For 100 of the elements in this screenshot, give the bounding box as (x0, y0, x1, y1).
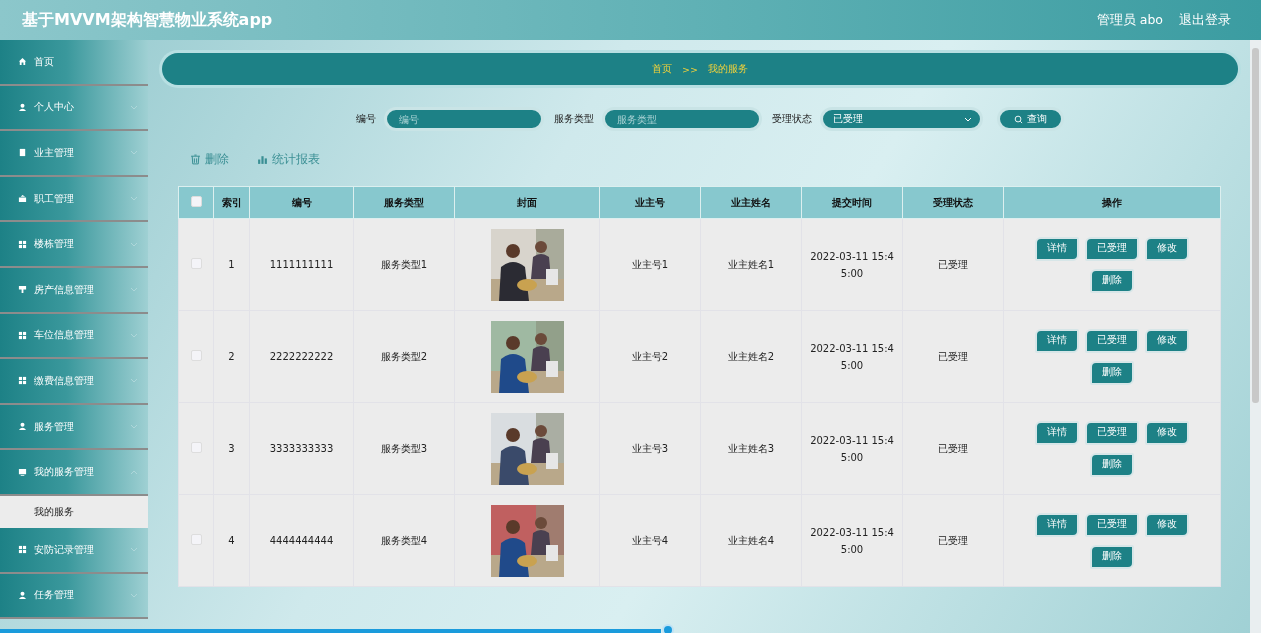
select-all-checkbox[interactable] (190, 196, 202, 207)
column-header: 服务类型 (353, 186, 455, 219)
search-field[interactable]: 编号 (384, 107, 544, 131)
action-button[interactable]: 修改 (1145, 420, 1189, 445)
signpost-icon (18, 285, 27, 295)
user-icon (18, 422, 27, 432)
chevron-down-icon (130, 150, 138, 156)
table-cell: 业主号3 (599, 402, 701, 495)
bar-chart-icon (257, 154, 268, 165)
status-select[interactable]: 已受理 (820, 107, 983, 131)
chevron-down-icon (130, 287, 138, 293)
table-cell: 服务类型4 (353, 494, 455, 587)
delete-button[interactable]: 删除 (190, 151, 229, 168)
sidebar-item[interactable]: 职工管理 (0, 176, 148, 223)
action-button[interactable]: 已受理 (1085, 236, 1139, 261)
table-cell: 业主姓名2 (700, 310, 802, 403)
scroll-handle[interactable] (662, 624, 674, 633)
sidebar-item[interactable]: 首页 (0, 40, 148, 86)
action-button[interactable]: 详情 (1035, 236, 1079, 261)
breadcrumb-home[interactable]: 首页 (652, 62, 673, 76)
column-header: 业主号 (599, 186, 701, 219)
table-cell: 业主姓名3 (700, 402, 802, 495)
breadcrumb-separator: >> (682, 63, 698, 75)
table-cell: 2022-03-11 15:45:00 (801, 310, 903, 403)
action-button[interactable]: 修改 (1145, 512, 1189, 537)
table-cell: 已受理 (902, 402, 1004, 495)
column-header: 编号 (249, 186, 354, 219)
action-button[interactable]: 已受理 (1085, 512, 1139, 537)
sidebar-item[interactable]: 我的服务管理 (0, 450, 148, 496)
table-cell: 4 (213, 494, 250, 587)
sidebar-item[interactable]: 服务管理 (0, 404, 148, 451)
sidebar-item[interactable]: 个人中心 (0, 85, 148, 132)
action-button[interactable]: 删除 (1090, 360, 1134, 385)
monitor-icon (18, 467, 27, 477)
sidebar-item[interactable]: 楼栋管理 (0, 222, 148, 268)
action-button[interactable]: 删除 (1090, 268, 1134, 293)
home-icon (18, 57, 27, 67)
column-header: 索引 (213, 186, 250, 219)
horizontal-scrollbar[interactable] (0, 629, 661, 633)
trash-icon (190, 154, 201, 165)
chevron-down-icon (130, 547, 138, 553)
sidebar-item[interactable]: 缴费信息管理 (0, 359, 148, 405)
action-button[interactable]: 详情 (1035, 512, 1079, 537)
report-button[interactable]: 统计报表 (257, 151, 320, 168)
table-cell: 2 (213, 310, 250, 403)
chevron-down-icon (130, 104, 138, 110)
row-checkbox[interactable] (190, 534, 202, 545)
column-header: 封面 (454, 186, 600, 219)
action-button[interactable]: 已受理 (1085, 328, 1139, 353)
clipboard-icon (18, 148, 27, 158)
user-name: 管理员 abo (1096, 11, 1163, 29)
table-cell: 3333333333 (249, 402, 354, 495)
column-header: 业主姓名 (700, 186, 802, 219)
sidebar-item[interactable]: 业主管理 (0, 131, 148, 177)
sidebar-item[interactable]: 车位信息管理 (0, 313, 148, 360)
action-button[interactable]: 删除 (1090, 452, 1134, 477)
table-cell: 1111111111 (249, 218, 354, 311)
scrollbar[interactable] (1250, 40, 1261, 633)
grid-icon (18, 330, 27, 340)
sidebar-item[interactable]: 房产信息管理 (0, 267, 148, 314)
wallet-icon (18, 194, 27, 204)
table-cell: 已受理 (902, 218, 1004, 311)
table-cell: 2022-03-11 15:45:00 (801, 494, 903, 587)
action-button[interactable]: 修改 (1145, 328, 1189, 353)
table-cell: 已受理 (902, 494, 1004, 587)
chevron-down-icon (130, 241, 138, 247)
app-title: 基于MVVM架构智慧物业系统app (22, 9, 273, 31)
sidebar-subitem[interactable]: 我的服务 (0, 495, 148, 528)
search-button[interactable]: 查询 (997, 107, 1064, 131)
user-icon (18, 102, 27, 112)
action-button[interactable]: 删除 (1090, 544, 1134, 569)
table-cell: 2022-03-11 15:45:00 (801, 402, 903, 495)
search-field[interactable]: 服务类型 (602, 107, 762, 131)
action-button[interactable]: 修改 (1145, 236, 1189, 261)
action-button[interactable]: 详情 (1035, 420, 1079, 445)
table-cell: 服务类型2 (353, 310, 455, 403)
row-checkbox[interactable] (190, 442, 202, 453)
chevron-down-icon (130, 332, 138, 338)
sidebar-item[interactable]: 任务管理 (0, 573, 148, 620)
row-checkbox[interactable] (190, 350, 202, 361)
field-label: 编号 (356, 112, 376, 126)
sidebar-item[interactable]: 安防记录管理 (0, 527, 148, 574)
column-header: 操作 (1003, 186, 1221, 219)
table-cell: 服务类型1 (353, 218, 455, 311)
action-button[interactable]: 已受理 (1085, 420, 1139, 445)
action-button[interactable]: 详情 (1035, 328, 1079, 353)
grid-icon (18, 376, 27, 386)
grid-icon (18, 239, 27, 249)
table-cell: 业主号4 (599, 494, 701, 587)
table-cell: 已受理 (902, 310, 1004, 403)
field-label: 受理状态 (772, 112, 812, 126)
table-cell: 业主姓名1 (700, 218, 802, 311)
chevron-down-icon (130, 592, 138, 598)
table-cell: 服务类型3 (353, 402, 455, 495)
table-cell: 2022-03-11 15:45:00 (801, 218, 903, 311)
table-cell: 1 (213, 218, 250, 311)
row-checkbox[interactable] (190, 258, 202, 269)
chevron-down-icon (130, 424, 138, 430)
logout-link[interactable]: 退出登录 (1179, 11, 1231, 29)
chevron-down-icon (964, 116, 972, 122)
